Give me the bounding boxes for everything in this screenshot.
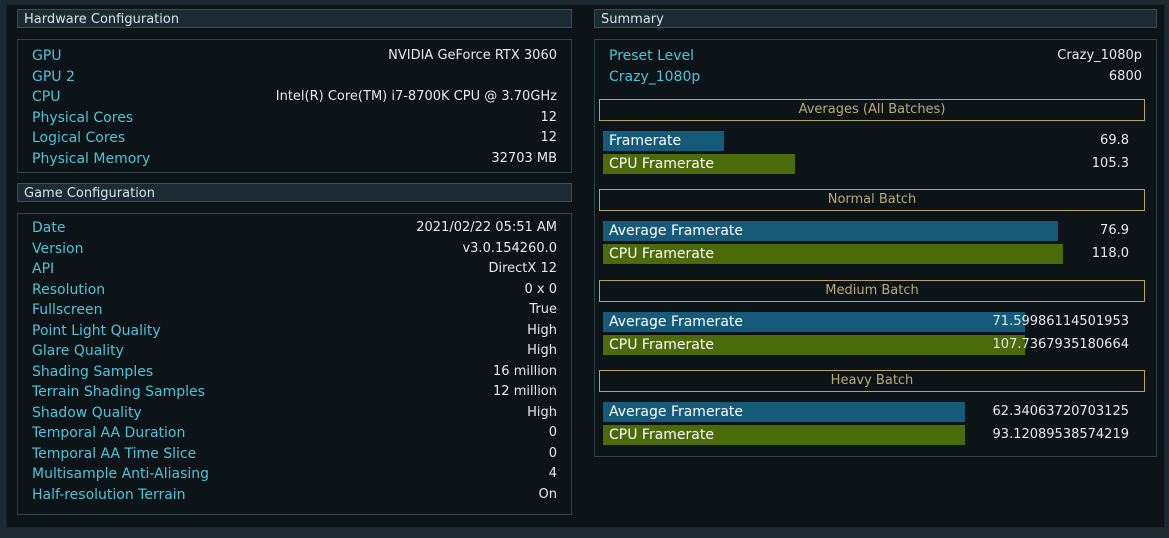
game-value: 4 — [548, 466, 557, 481]
bar-value: 71.59986114501953 — [992, 314, 1129, 329]
cpu-framerate-bar: CPU Framerate — [603, 335, 1025, 355]
summary-row: Preset Level Crazy_1080p — [609, 46, 1142, 66]
game-value: DirectX 12 — [488, 261, 557, 276]
bar-value: 76.9 — [1100, 223, 1129, 238]
bar-value: 105.3 — [1091, 156, 1129, 171]
batch-section-header: Heavy Batch — [599, 370, 1145, 392]
game-row: Glare Quality High — [32, 341, 557, 361]
game-label: Temporal AA Time Slice — [32, 445, 197, 462]
game-row: Shading Samples 16 million — [32, 362, 557, 382]
benchmark-results-window: Hardware Configuration GPU NVIDIA GeForce… — [6, 4, 1165, 528]
game-value: 16 million — [493, 363, 557, 379]
hardware-row: CPU Intel(R) Core(TM) i7-8700K CPU @ 3.70… — [32, 87, 557, 107]
bar-value: 93.12089538574219 — [992, 427, 1129, 442]
hardware-value: NVIDIA GeForce RTX 3060 — [388, 48, 557, 63]
game-label: Resolution — [32, 281, 106, 298]
hardware-config-panel: GPU NVIDIA GeForce RTX 3060 GPU 2 CPU Intel(… — [17, 39, 572, 173]
game-value: 0 — [548, 425, 557, 440]
framerate-bar: Average Framerate — [603, 402, 965, 422]
bar-value: 118.0 — [1091, 246, 1129, 261]
batch-section-header: Medium Batch — [599, 280, 1145, 302]
hardware-row: Logical Cores 12 — [32, 128, 557, 148]
hardware-row: Physical Cores 12 — [32, 108, 557, 128]
game-value: High — [527, 343, 557, 358]
game-value: On — [538, 486, 557, 502]
hardware-label: CPU — [32, 89, 61, 105]
hardware-value: 32703 MB — [491, 150, 557, 166]
game-label: Shadow Quality — [32, 404, 142, 421]
game-value: 12 million — [493, 384, 557, 399]
bar-value: 69.8 — [1100, 133, 1129, 148]
game-label: Point Light Quality — [32, 322, 161, 339]
bar-value: 107.7367935180664 — [992, 337, 1129, 352]
summary-label: Crazy_1080p — [609, 68, 701, 85]
game-row: Terrain Shading Samples 12 million — [32, 382, 557, 402]
hardware-label: Physical Memory — [32, 150, 151, 167]
summary-row: Crazy_1080p 6800 — [609, 67, 1142, 87]
game-value: 2021/02/22 05:51 AM — [416, 220, 557, 235]
game-value: 0 — [548, 445, 557, 461]
summary-value: Crazy_1080p — [1057, 48, 1142, 63]
game-value: v3.0.154260.0 — [462, 240, 557, 256]
game-row: Multisample Anti-Aliasing 4 — [32, 464, 557, 484]
game-label: Temporal AA Duration — [32, 425, 186, 441]
hardware-row: Physical Memory 32703 MB — [32, 149, 557, 169]
summary-label: Preset Level — [609, 48, 695, 64]
game-row: Temporal AA Time Slice 0 — [32, 444, 557, 464]
game-config-panel: Date 2021/02/22 05:51 AM Version v3.0.15426… — [17, 213, 572, 515]
batch-section-header: Normal Batch — [599, 189, 1145, 211]
game-row: Resolution 0 x 0 — [32, 280, 557, 300]
hardware-value: 12 — [540, 109, 557, 125]
hardware-label: Physical Cores — [32, 109, 134, 126]
cpu-framerate-bar: CPU Framerate — [603, 154, 795, 174]
summary-header: Summary — [594, 9, 1157, 28]
game-row: Fullscreen True — [32, 300, 557, 320]
game-row: Date 2021/02/22 05:51 AM — [32, 218, 557, 238]
hardware-row: GPU NVIDIA GeForce RTX 3060 — [32, 46, 557, 66]
hardware-value: 12 — [540, 130, 557, 145]
game-value: High — [527, 404, 557, 420]
game-label: Terrain Shading Samples — [32, 384, 205, 400]
game-value: 0 x 0 — [524, 281, 558, 297]
hardware-value: Intel(R) Core(TM) i7-8700K CPU @ 3.70GHz — [275, 89, 557, 104]
game-label: Date — [32, 220, 66, 236]
framerate-bar: Framerate — [603, 131, 724, 151]
hardware-label: GPU 2 — [32, 68, 75, 85]
summary-value: 6800 — [1108, 68, 1142, 84]
game-label: Multisample Anti-Aliasing — [32, 466, 210, 482]
bar-value: 62.34063720703125 — [992, 404, 1129, 419]
game-label: Fullscreen — [32, 302, 103, 318]
framerate-bar: Average Framerate — [603, 221, 1058, 241]
game-row: Temporal AA Duration 0 — [32, 423, 557, 443]
game-row: Half-resolution Terrain On — [32, 485, 557, 505]
hardware-config-header: Hardware Configuration — [17, 9, 572, 28]
cpu-framerate-bar: CPU Framerate — [603, 244, 1063, 264]
hardware-label: GPU — [32, 48, 62, 64]
game-value: High — [527, 322, 557, 338]
game-config-header: Game Configuration — [17, 183, 572, 202]
game-row: Point Light Quality High — [32, 321, 557, 341]
game-label: Glare Quality — [32, 343, 124, 359]
game-row: API DirectX 12 — [32, 259, 557, 279]
game-label: Half-resolution Terrain — [32, 486, 186, 503]
game-row: Shadow Quality High — [32, 403, 557, 423]
batch-section-header: Averages (All Batches) — [599, 99, 1145, 121]
hardware-label: Logical Cores — [32, 130, 126, 146]
game-label: API — [32, 261, 55, 277]
hardware-row: GPU 2 — [32, 67, 557, 87]
game-value: True — [529, 302, 557, 317]
game-row: Version v3.0.154260.0 — [32, 239, 557, 259]
framerate-bar: Average Framerate — [603, 312, 1025, 332]
cpu-framerate-bar: CPU Framerate — [603, 425, 965, 445]
game-label: Version — [32, 240, 84, 257]
game-label: Shading Samples — [32, 363, 154, 380]
